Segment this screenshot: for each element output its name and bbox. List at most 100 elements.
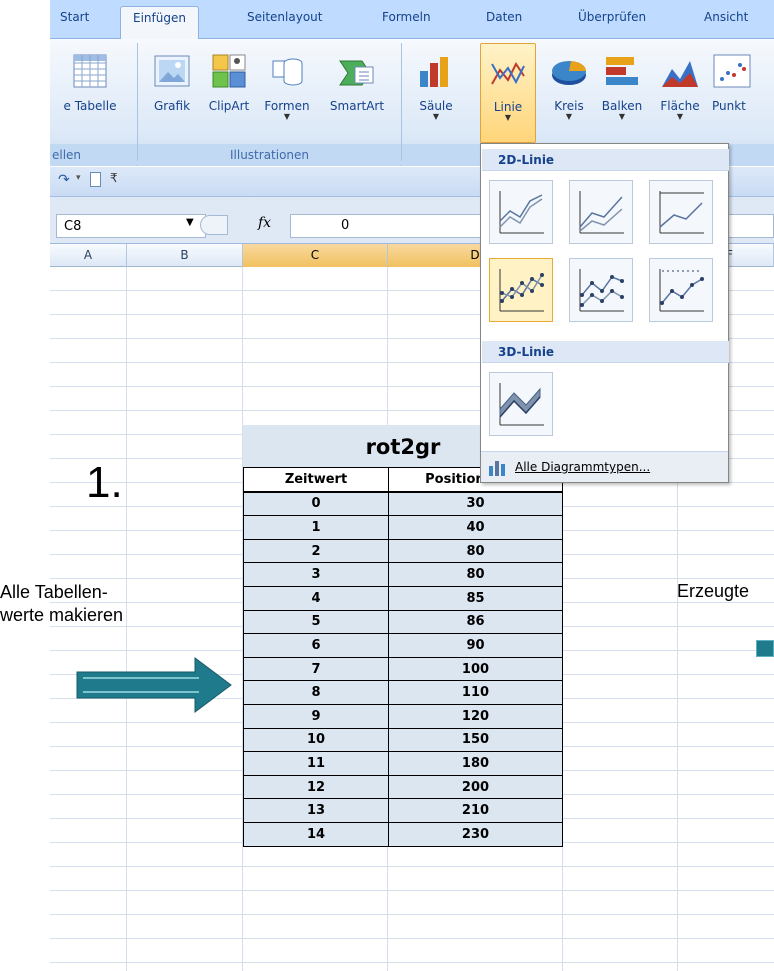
scatter-chart-icon (712, 53, 752, 91)
left-blank-margin (0, 0, 50, 971)
result-note: Erzeugte (677, 581, 750, 601)
all-chart-types-icon (489, 461, 505, 476)
formula-splitter-handle[interactable] (200, 215, 228, 235)
tab-seitenlayout[interactable]: Seitenlayout (247, 10, 322, 30)
header-zeitwert[interactable]: Zeitwert (243, 466, 389, 493)
tab-ueberpruefen[interactable]: Überprüfen (578, 10, 646, 30)
cell-zeitwert[interactable]: 0 (243, 490, 389, 517)
table-row[interactable]: 5 86 (243, 609, 563, 635)
cell-positionswert[interactable]: 100 (388, 656, 563, 682)
column-header-b[interactable]: B (127, 244, 243, 267)
line-chart-button[interactable]: Linie ▼ (480, 43, 536, 143)
cell-zeitwert[interactable]: 7 (243, 656, 389, 682)
cell-positionswert[interactable]: 90 (388, 633, 563, 658)
column-chart-button[interactable]: Säule ▼ (412, 53, 460, 121)
picture-icon (152, 53, 192, 91)
3d-line-chart-option[interactable] (489, 372, 553, 436)
all-chart-types-link[interactable]: Alle Diagrammtypen... (515, 460, 650, 474)
bar-chart-icon (602, 53, 642, 91)
table-row[interactable]: 0 30 (243, 490, 563, 517)
cell-positionswert[interactable]: 180 (388, 751, 563, 776)
cell-zeitwert[interactable]: 8 (243, 680, 389, 705)
table-row[interactable]: 10 150 (243, 727, 563, 753)
cell-positionswert[interactable]: 110 (388, 680, 563, 705)
table-row[interactable]: 1 40 (243, 515, 563, 540)
name-box[interactable]: C8 (56, 214, 206, 238)
pie-chart-button[interactable]: Kreis ▼ (547, 53, 591, 121)
redo-icon[interactable]: ↷ (58, 172, 70, 188)
cell-zeitwert[interactable]: 2 (243, 538, 389, 564)
table-row[interactable]: 7 100 (243, 656, 563, 682)
data-table[interactable]: Zeitwert Positionswert 0 30 1 40 2 80 3 80 4 85 5 8… (243, 466, 563, 847)
table-row[interactable]: 14 230 (243, 821, 563, 847)
name-box-dropdown-icon[interactable]: ▼ (186, 217, 194, 228)
cell-positionswert[interactable]: 210 (388, 798, 563, 823)
tab-start[interactable]: Start (60, 10, 89, 30)
column-header-a[interactable]: A (50, 244, 127, 267)
all-chart-types-row[interactable]: Alle Diagrammtypen... (481, 451, 728, 482)
cell-zeitwert[interactable]: 12 (243, 774, 389, 800)
cell-zeitwert[interactable]: 13 (243, 798, 389, 823)
cell-positionswert[interactable]: 230 (388, 821, 563, 847)
table-row[interactable]: 13 210 (243, 798, 563, 823)
table-row[interactable]: 6 90 (243, 633, 563, 658)
column-header-c[interactable]: C (243, 244, 388, 267)
smartart-icon (337, 53, 377, 91)
cell-zeitwert[interactable]: 1 (243, 515, 389, 540)
cell-positionswert[interactable]: 80 (388, 538, 563, 564)
table-row[interactable]: 12 200 (243, 774, 563, 800)
percent-line-chart-option[interactable] (649, 180, 713, 244)
smartart-button[interactable]: SmartArt (322, 53, 392, 113)
cell-positionswert[interactable]: 86 (388, 609, 563, 635)
percent-line-with-markers-option[interactable] (649, 258, 713, 322)
cell-positionswert[interactable]: 30 (388, 490, 563, 517)
bar-chart-button[interactable]: Balken ▼ (597, 53, 647, 121)
redo-dropdown-icon[interactable]: ▾ (76, 173, 81, 183)
area-chart-caret: ▼ (676, 112, 684, 121)
tab-formeln[interactable]: Formeln (382, 10, 431, 30)
stacked-line-chart-option[interactable] (569, 180, 633, 244)
table-row[interactable]: 8 110 (243, 680, 563, 705)
cell-positionswert[interactable]: 80 (388, 562, 563, 587)
cell-zeitwert[interactable]: 3 (243, 562, 389, 587)
table-row[interactable]: 3 80 (243, 562, 563, 587)
cell-zeitwert[interactable]: 5 (243, 609, 389, 635)
cell-zeitwert[interactable]: 4 (243, 585, 389, 611)
cell-positionswert[interactable]: 40 (388, 515, 563, 540)
table-row[interactable]: 9 120 (243, 703, 563, 729)
instruction-note-line-2: werte makieren (0, 605, 124, 625)
line-chart-option[interactable] (489, 180, 553, 244)
table-row[interactable]: 4 85 (243, 585, 563, 611)
table-icon (70, 53, 110, 91)
area-chart-icon (660, 53, 700, 91)
customize-qat-icon[interactable]: ₹ (110, 171, 118, 185)
picture-button[interactable]: Grafik (148, 53, 196, 113)
right-arrow-icon (76, 657, 232, 713)
scatter-chart-button[interactable]: Punkt (712, 53, 772, 113)
cell-zeitwert[interactable]: 10 (243, 727, 389, 753)
shapes-button-label: Formen (264, 99, 310, 113)
cell-zeitwert[interactable]: 11 (243, 751, 389, 776)
clipart-button[interactable]: ClipArt (205, 53, 253, 113)
table-row[interactable]: 2 80 (243, 538, 563, 564)
cell-positionswert[interactable]: 200 (388, 774, 563, 800)
fx-icon[interactable]: fx (258, 215, 271, 231)
bar-chart-caret: ▼ (618, 112, 626, 121)
area-chart-button[interactable]: Fläche ▼ (655, 53, 705, 121)
new-file-icon[interactable] (90, 172, 101, 187)
tab-ansicht[interactable]: Ansicht (704, 10, 748, 30)
cell-positionswert[interactable]: 85 (388, 585, 563, 611)
column-chart-caret: ▼ (432, 112, 440, 121)
table-row[interactable]: 11 180 (243, 751, 563, 776)
cell-zeitwert[interactable]: 14 (243, 821, 389, 847)
cell-zeitwert[interactable]: 6 (243, 633, 389, 658)
pie-chart-caret: ▼ (565, 112, 573, 121)
line-with-markers-option[interactable] (489, 258, 553, 322)
cell-zeitwert[interactable]: 9 (243, 703, 389, 729)
cell-positionswert[interactable]: 120 (388, 703, 563, 729)
cell-positionswert[interactable]: 150 (388, 727, 563, 753)
table-button[interactable]: e Tabelle (50, 53, 130, 113)
stacked-line-with-markers-option[interactable] (569, 258, 633, 322)
shapes-button[interactable]: Formen ▼ (259, 53, 315, 121)
tab-daten[interactable]: Daten (486, 10, 522, 30)
